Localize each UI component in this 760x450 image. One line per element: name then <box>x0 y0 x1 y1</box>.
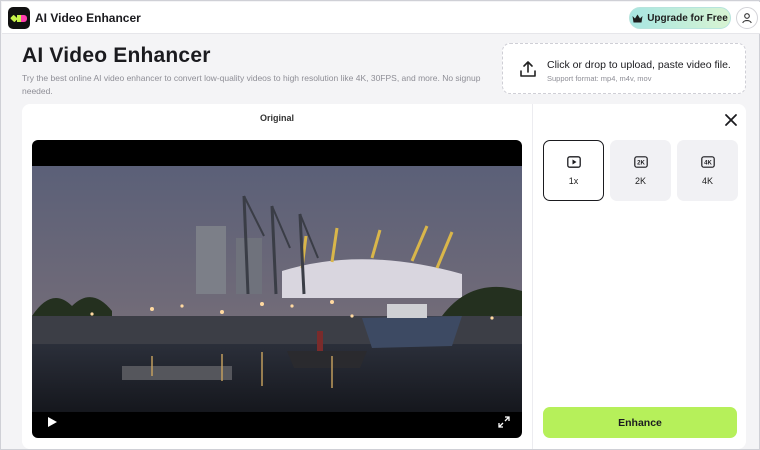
video-frame <box>32 166 522 412</box>
user-avatar[interactable] <box>736 7 758 29</box>
app-name: AI Video Enhancer <box>35 11 141 25</box>
option-4k[interactable]: 4K 4K <box>677 140 738 201</box>
resolution-options: 1x 2K 2K 4K 4K <box>543 140 738 201</box>
user-icon <box>742 13 752 24</box>
play-icon <box>566 155 581 168</box>
app-logo <box>8 7 30 29</box>
option-label: 2K <box>634 175 646 186</box>
option-label: 4K <box>701 175 713 186</box>
upgrade-button[interactable]: Upgrade for Free <box>629 7 731 29</box>
page-description: Try the best online AI video enhancer to… <box>22 73 481 96</box>
option-label: 1x <box>568 175 579 186</box>
option-1x[interactable]: 1x <box>543 140 604 201</box>
crown-icon <box>632 14 643 23</box>
workspace-card: Original 1x 2K 2K 4K 4K Enhance <box>22 104 746 449</box>
option-2k[interactable]: 2K 2K <box>610 140 671 201</box>
2k-badge-icon: 2K <box>633 155 648 168</box>
4k-badge-icon: 4K <box>700 155 715 168</box>
page-title: AI Video Enhancer <box>22 44 211 67</box>
svg-text:4K: 4K <box>704 160 712 166</box>
play-icon[interactable] <box>46 416 58 428</box>
upgrade-label: Upgrade for Free <box>647 12 728 24</box>
fullscreen-icon[interactable] <box>498 416 510 428</box>
top-bar: AI Video Enhancer Upgrade for Free <box>2 2 760 34</box>
upload-dropzone[interactable]: Click or drop to upload, paste video fil… <box>502 43 746 94</box>
close-icon[interactable] <box>723 112 739 128</box>
panel-divider <box>532 104 533 449</box>
video-player[interactable] <box>32 140 522 438</box>
upload-title: Click or drop to upload, paste video fil… <box>547 59 731 71</box>
svg-text:2K: 2K <box>637 160 645 166</box>
app-window: AI Video Enhancer Upgrade for Free AI Vi… <box>0 0 760 450</box>
enhance-button[interactable]: Enhance <box>543 407 737 438</box>
upload-formats: Support format: mp4, m4v, mov <box>547 74 652 83</box>
preview-label: Original <box>259 113 294 123</box>
upload-icon <box>520 61 536 77</box>
